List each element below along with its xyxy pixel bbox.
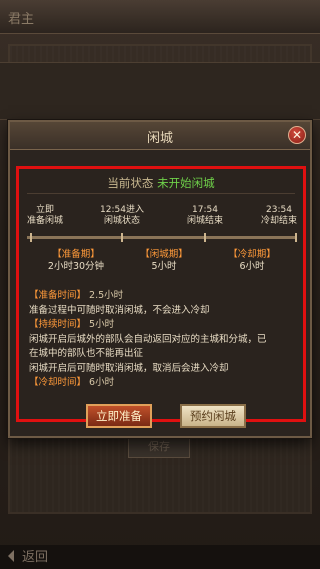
- bottom-bar: 返回: [0, 545, 320, 569]
- timeline-tick: [30, 233, 32, 242]
- close-icon[interactable]: ✕: [288, 126, 306, 144]
- back-button[interactable]: 返回: [7, 546, 48, 565]
- dialog-header: 闲城 ✕: [10, 122, 310, 150]
- timeline-label-end: 17:54 闲城结束: [186, 205, 223, 226]
- divider: [27, 193, 295, 194]
- timeline-tick: [295, 233, 297, 242]
- rules-description: 【准备时间】 2.5小时 准备过程中可随时取消闲城，不会进入冷却 【持续时间】 …: [29, 290, 267, 388]
- background-button: 保存: [128, 436, 190, 458]
- timeline-label-start: 立即 准备闲城: [26, 205, 63, 226]
- prepare-now-button[interactable]: 立即准备: [86, 404, 152, 428]
- current-status: 当前状态 未开始闲城: [19, 175, 303, 191]
- phase-cooldown: 【冷却期】 6小时: [228, 249, 276, 272]
- dialog-title: 闲城: [146, 131, 173, 146]
- reserve-idle-button[interactable]: 预约闲城: [180, 404, 246, 428]
- idle-city-dialog: 闲城 ✕ 当前状态 未开始闲城 立即 准备闲城 12:54进入 闲城状态 17:54…: [8, 120, 312, 438]
- phase-prepare: 【准备期】 2小时30分钟: [47, 249, 105, 272]
- top-bar: 君主: [0, 0, 320, 34]
- background-strip: [0, 62, 320, 120]
- phase-idle: 【闲城期】 5小时: [140, 249, 188, 272]
- timeline-tick: [204, 233, 206, 242]
- timeline-bar: [27, 236, 295, 239]
- page-title: 君主: [8, 12, 35, 27]
- timeline-label-cooldown: 23:54 冷却结束: [260, 205, 297, 226]
- timeline-label-enter: 12:54进入 闲城状态: [100, 205, 144, 226]
- timeline-tick: [121, 233, 123, 242]
- status-label: 当前状态: [107, 176, 158, 190]
- status-value: 未开始闲城: [157, 176, 215, 190]
- info-panel: 当前状态 未开始闲城 立即 准备闲城 12:54进入 闲城状态 17:54 闲城结束 …: [16, 166, 306, 422]
